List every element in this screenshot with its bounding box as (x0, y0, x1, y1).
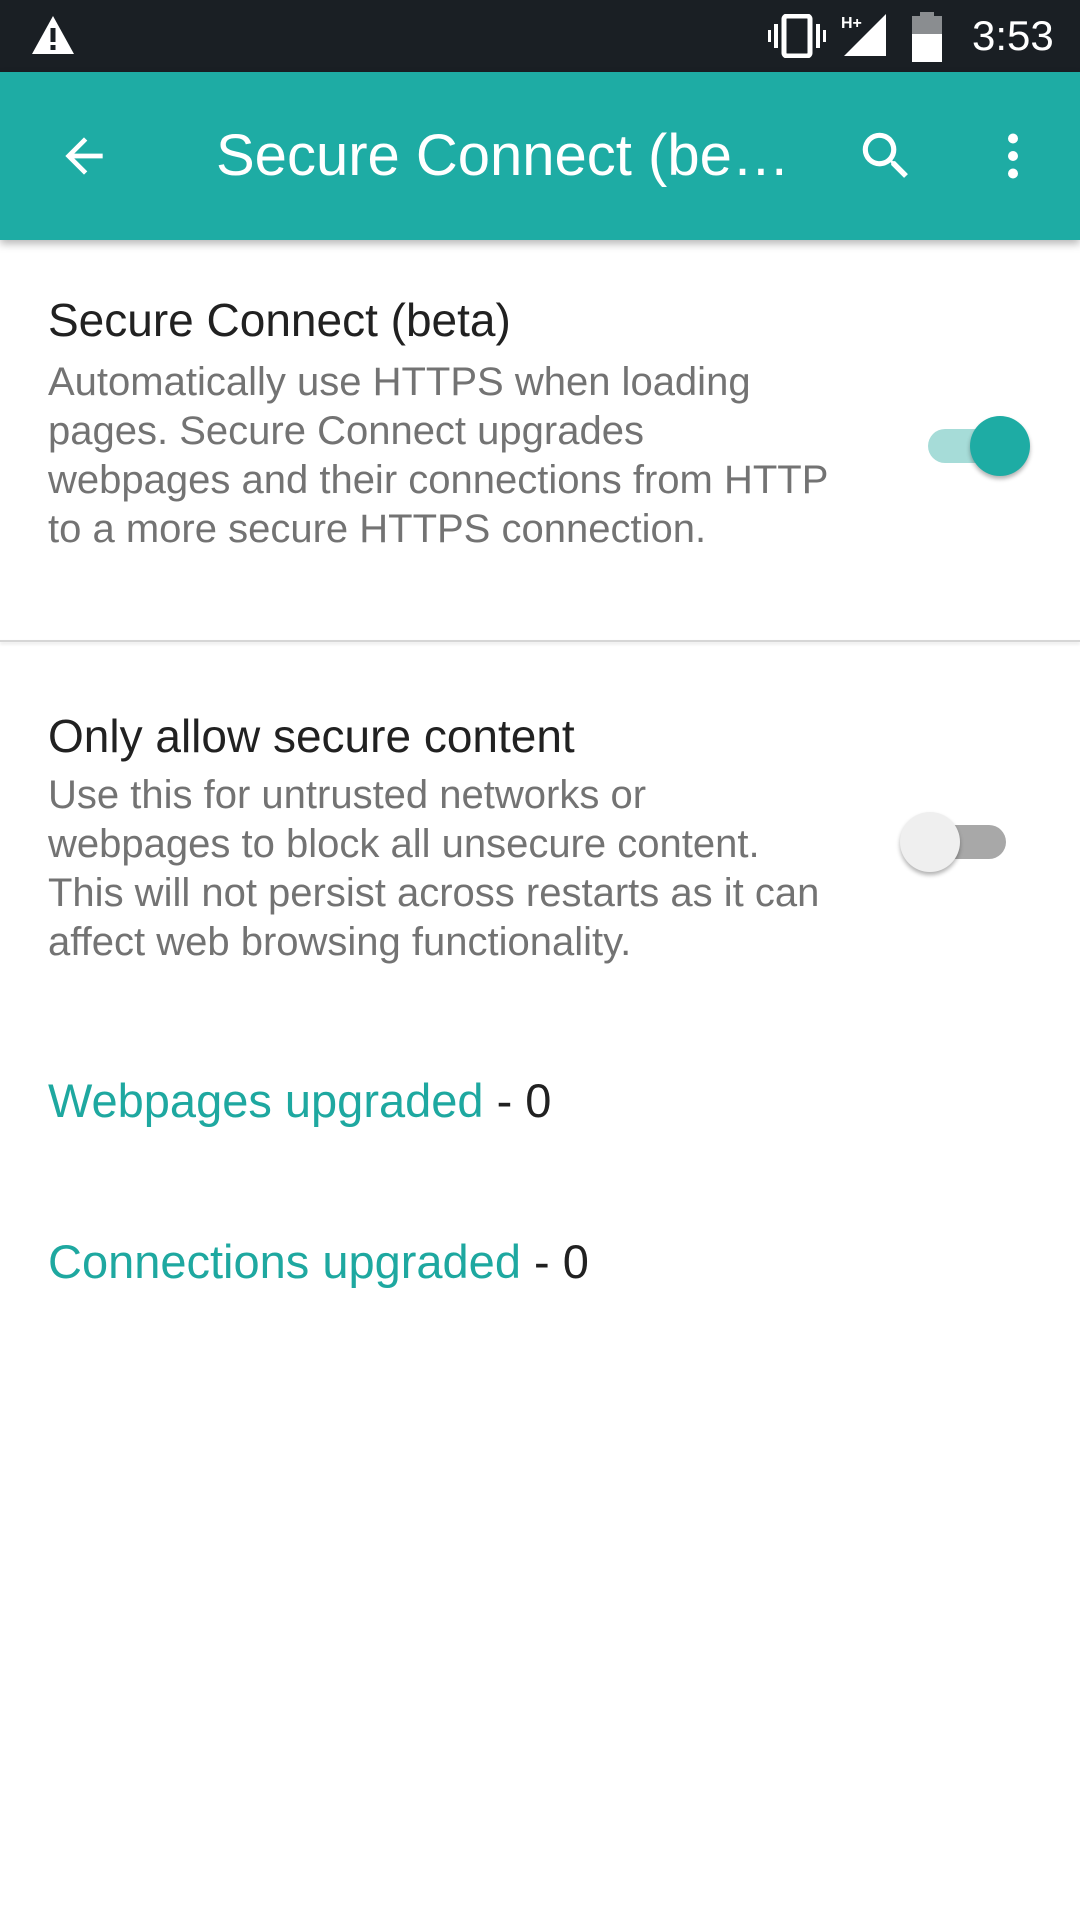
connections-upgraded-stat: Connections upgraded - 0 (48, 1232, 589, 1292)
pref-summary: Use this for untrusted networks or webpa… (48, 773, 820, 964)
status-bar: H+ 3:53 (0, 0, 1080, 72)
webpages-upgraded-stat: Webpages upgraded - 0 (48, 1071, 551, 1131)
switch-thumb (900, 812, 960, 872)
connections-upgraded-link[interactable]: Connections upgraded (48, 1235, 521, 1288)
more-vert-icon (1008, 133, 1018, 179)
webpages-upgraded-count: - 0 (496, 1074, 552, 1127)
search-button[interactable] (846, 116, 926, 196)
webpages-upgraded-link[interactable]: Webpages upgraded (48, 1074, 484, 1127)
app-bar: Secure Connect (beta) (0, 72, 1080, 240)
back-button[interactable] (44, 116, 124, 196)
pref-summary: Automatically use HTTPS when loading pag… (48, 360, 828, 551)
search-icon (862, 132, 908, 178)
vibrate-icon (768, 14, 826, 58)
battery-icon (912, 12, 942, 62)
clock: 3:53 (972, 12, 1054, 59)
back-arrow-icon (65, 137, 103, 175)
connections-upgraded-count: - 0 (534, 1235, 589, 1288)
warning-icon (32, 16, 74, 54)
pref-title: Secure Connect (beta) (48, 294, 511, 346)
pref-title: Only allow secure content (48, 710, 575, 762)
only-secure-content-toggle[interactable] (900, 802, 1020, 872)
network-type-label: H+ (841, 15, 862, 32)
section-divider (0, 640, 1080, 642)
switch-thumb (970, 416, 1030, 476)
secure-connect-toggle[interactable] (918, 406, 1038, 476)
signal-icon: H+ (841, 14, 886, 56)
more-options-button[interactable] (973, 116, 1053, 196)
page-title: Secure Connect (beta) (216, 123, 790, 188)
